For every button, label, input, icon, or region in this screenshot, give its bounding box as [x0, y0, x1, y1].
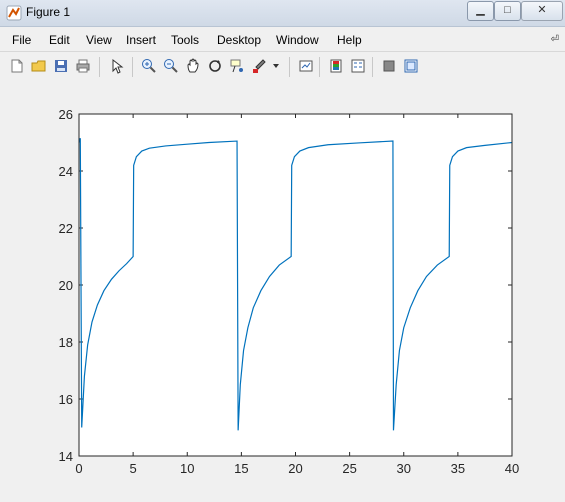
hide-plot-tools-icon[interactable]	[380, 57, 398, 75]
brush-icon[interactable]	[250, 57, 268, 75]
toolbar-separator	[372, 57, 373, 77]
y-tick-label: 22	[59, 221, 73, 236]
insert-legend-icon[interactable]	[349, 57, 367, 75]
toolbar-separator	[99, 57, 100, 77]
zoom-in-icon[interactable]	[140, 57, 158, 75]
menu-tools[interactable]: Tools	[171, 33, 199, 47]
show-plot-tools-icon[interactable]	[402, 57, 420, 75]
y-tick-label: 20	[59, 278, 73, 293]
menu-file[interactable]: File	[12, 33, 31, 47]
save-icon[interactable]	[52, 57, 70, 75]
x-tick-label: 10	[180, 461, 194, 476]
minimize-icon: ▁	[476, 4, 485, 16]
rotate-3d-icon[interactable]	[206, 57, 224, 75]
pan-hand-icon[interactable]	[184, 57, 202, 75]
x-tick-label: 20	[288, 461, 302, 476]
menu-bar: File Edit View Insert Tools Desktop Wind…	[0, 30, 565, 50]
figure-window: Figure 1 ▁ □ ✕ File Edit View Insert Too…	[0, 0, 565, 497]
x-tick-label: 30	[397, 461, 411, 476]
x-tick-label: 15	[234, 461, 248, 476]
y-tick-label: 26	[59, 107, 73, 122]
toolbar-separator	[289, 57, 290, 77]
edit-plot-cursor-icon[interactable]	[109, 57, 127, 75]
y-tick-label: 16	[59, 392, 73, 407]
chart-svg: 0 5 10 15 20 25 30 35 40 14 16 18 20 22 24 26	[59, 107, 520, 476]
new-figure-icon[interactable]	[8, 57, 26, 75]
open-folder-icon[interactable]	[30, 57, 48, 75]
matlab-logo-icon	[6, 5, 22, 21]
toolbar-separator	[132, 57, 133, 77]
figure-canvas: 0 5 10 15 20 25 30 35 40 14 16 18 20 22 24 26	[0, 82, 565, 497]
menu-desktop[interactable]: Desktop	[217, 33, 261, 47]
x-tick-label: 5	[130, 461, 137, 476]
x-tick-label: 35	[451, 461, 465, 476]
link-plot-icon[interactable]	[297, 57, 315, 75]
close-icon: ✕	[537, 4, 547, 16]
toolbar-separator	[319, 57, 320, 77]
menu-window[interactable]: Window	[276, 33, 319, 47]
window-title: Figure 1	[26, 5, 71, 19]
title-bar: Figure 1 ▁ □ ✕	[0, 0, 565, 27]
close-button[interactable]: ✕	[521, 1, 563, 21]
menu-help[interactable]: Help	[337, 33, 362, 47]
menu-insert[interactable]: Insert	[126, 33, 156, 47]
menu-edit[interactable]: Edit	[49, 33, 70, 47]
y-tick-label: 14	[59, 449, 73, 464]
x-tick-label: 0	[75, 461, 82, 476]
axes-background	[79, 114, 512, 456]
figure-toolbar	[0, 51, 565, 83]
brush-dropdown-icon[interactable]	[270, 57, 282, 75]
data-cursor-icon[interactable]	[228, 57, 246, 75]
x-tick-label: 40	[505, 461, 519, 476]
menu-more-icon[interactable]: ⏎	[551, 34, 559, 45]
x-tick-label: 25	[342, 461, 356, 476]
minimize-button[interactable]: ▁	[467, 1, 494, 21]
menu-view[interactable]: View	[86, 33, 112, 47]
insert-colorbar-icon[interactable]	[327, 57, 345, 75]
print-icon[interactable]	[74, 57, 92, 75]
y-tick-label: 24	[59, 164, 73, 179]
y-tick-label: 18	[59, 335, 73, 350]
maximize-button[interactable]: □	[494, 1, 521, 21]
maximize-icon: □	[504, 4, 511, 16]
zoom-out-icon[interactable]	[162, 57, 180, 75]
